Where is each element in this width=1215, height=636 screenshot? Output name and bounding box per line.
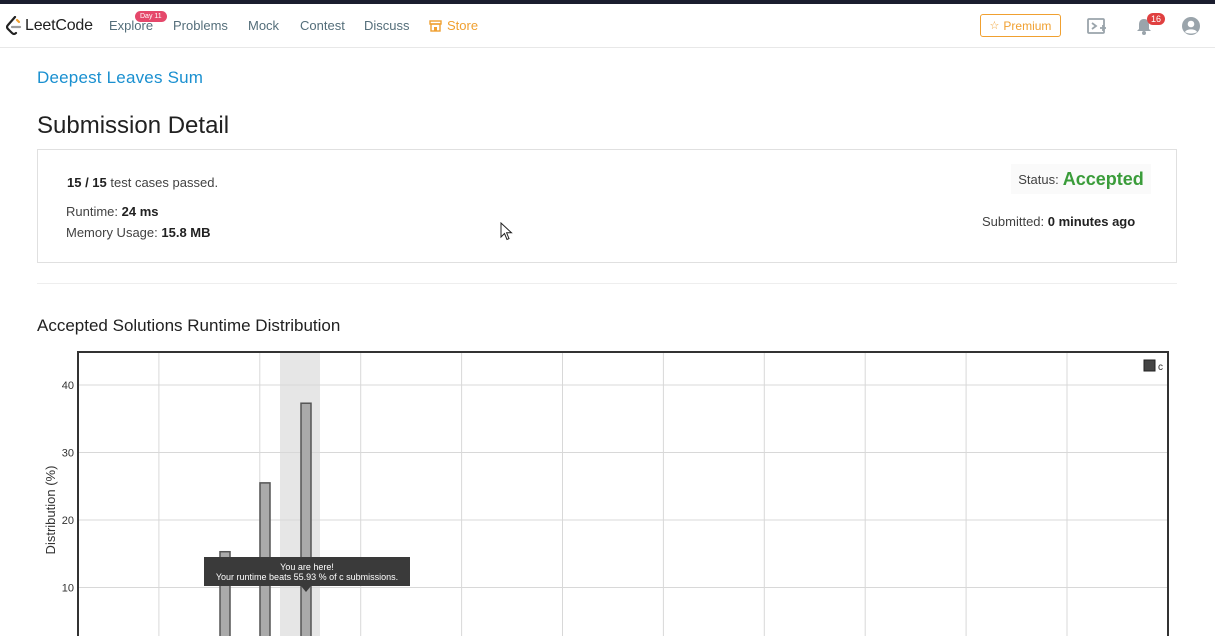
tooltip-line2: Your runtime beats 55.93 % of c submissi… xyxy=(215,572,399,582)
legend-label: c xyxy=(1158,362,1163,373)
bar xyxy=(300,402,312,636)
tooltip-line1: You are here! xyxy=(280,562,334,572)
y-tick-label: 20 xyxy=(62,515,74,527)
chart-plot-area xyxy=(78,352,1168,636)
runtime-distribution-chart: 10 20 30 40 Distribution (%) c xyxy=(43,351,1169,636)
legend-swatch xyxy=(1143,359,1156,372)
mouse-cursor-icon xyxy=(500,222,513,241)
y-tick-label: 40 xyxy=(62,380,74,392)
tooltip-arrow xyxy=(301,586,311,592)
runtime-tooltip: You are here! Your runtime beats 55.93 %… xyxy=(204,557,410,586)
y-axis-label: Distribution (%) xyxy=(43,466,58,555)
y-tick-label: 10 xyxy=(62,583,74,595)
highlight-band xyxy=(280,352,320,636)
y-tick-label: 30 xyxy=(62,448,74,460)
